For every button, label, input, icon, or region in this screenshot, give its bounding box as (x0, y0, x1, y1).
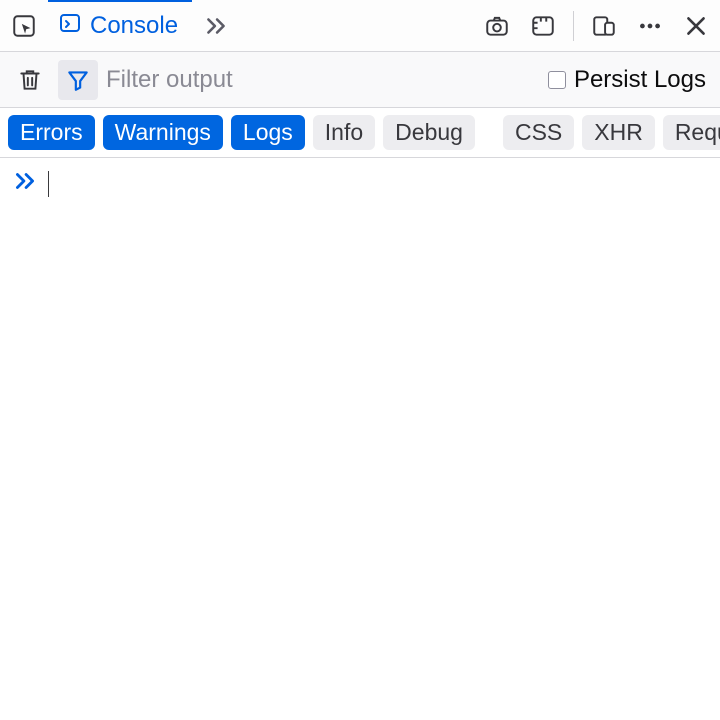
persist-logs-toggle[interactable]: Persist Logs (544, 66, 710, 94)
console-input[interactable] (59, 170, 708, 198)
text-caret (48, 171, 49, 197)
funnel-icon[interactable] (58, 60, 98, 100)
filter-errors[interactable]: Errors (8, 115, 95, 151)
devtools-tabbar: Console (0, 0, 720, 52)
separator (573, 11, 574, 41)
console-filter-bar: Persist Logs (0, 52, 720, 108)
console-icon (58, 11, 82, 40)
tab-console[interactable]: Console (48, 0, 192, 51)
persist-logs-label: Persist Logs (574, 66, 706, 94)
devices-icon[interactable] (584, 6, 624, 46)
log-category-bar: Errors Warnings Logs Info Debug CSS XHR … (0, 108, 720, 158)
filter-info[interactable]: Info (313, 115, 375, 151)
more-icon[interactable] (630, 6, 670, 46)
tabs-overflow-button[interactable] (196, 6, 236, 46)
filter-requests[interactable]: Requests (663, 115, 720, 151)
filter-debug[interactable]: Debug (383, 115, 475, 151)
ruler-icon[interactable] (523, 6, 563, 46)
persist-logs-checkbox[interactable] (548, 71, 566, 89)
toolbar-right-group (477, 6, 716, 46)
filter-xhr[interactable]: XHR (582, 115, 655, 151)
console-input-row (0, 158, 720, 209)
trash-icon[interactable] (10, 60, 50, 100)
camera-icon[interactable] (477, 6, 517, 46)
prompt-chevrons-icon (12, 168, 38, 199)
inspector-icon[interactable] (4, 6, 44, 46)
filter-input[interactable] (106, 60, 536, 100)
close-icon[interactable] (676, 6, 716, 46)
filter-css[interactable]: CSS (503, 115, 574, 151)
filter-warnings[interactable]: Warnings (103, 115, 223, 151)
filter-logs[interactable]: Logs (231, 115, 305, 151)
tab-console-label: Console (90, 12, 178, 40)
